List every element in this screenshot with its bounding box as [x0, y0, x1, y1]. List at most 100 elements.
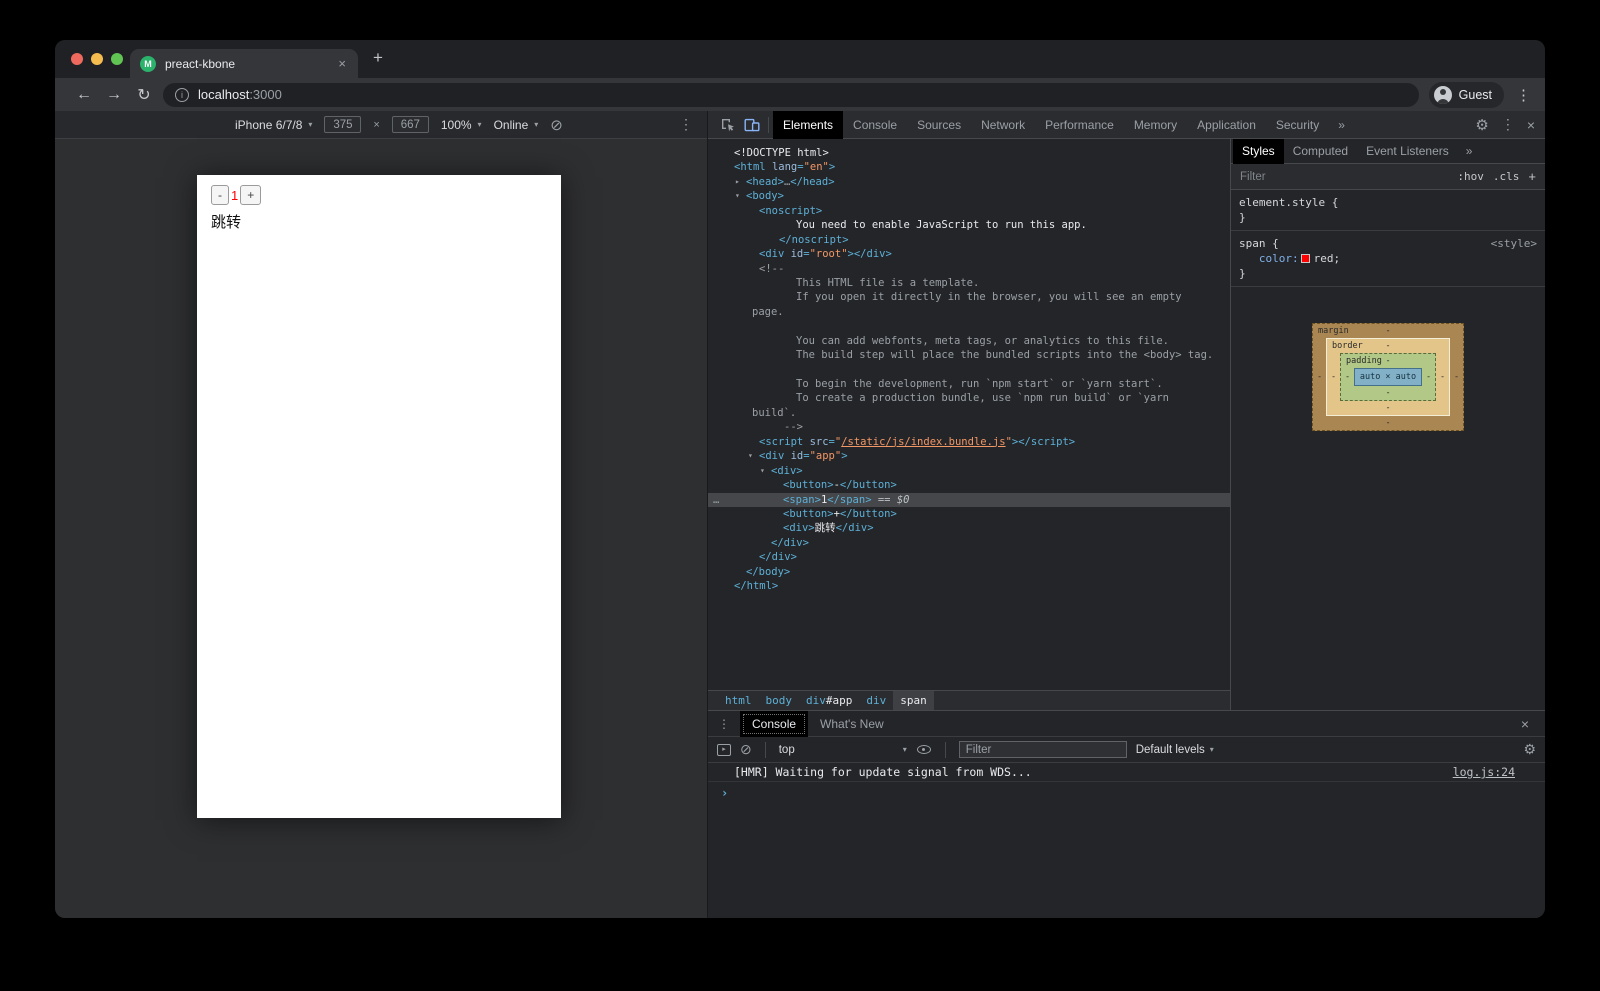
dom-tree-node[interactable]: The build step will place the bundled sc… [708, 348, 1230, 362]
boxmodel-margin-ring[interactable]: margin - - border - [1312, 323, 1464, 431]
inspect-element-icon[interactable] [716, 113, 740, 137]
url-bar[interactable]: i localhost:3000 [163, 83, 1419, 107]
dom-tree-node[interactable]: </noscript> [708, 233, 1230, 247]
devtools-menu-icon[interactable]: ⋮ [1501, 116, 1515, 133]
dom-tree-node[interactable]: <html lang="en"> [708, 160, 1230, 174]
device-select[interactable]: iPhone 6/7/8▾ [235, 118, 312, 132]
reload-icon[interactable]: ↻ [129, 85, 159, 105]
dom-tree-node[interactable]: <script src="/static/js/index.bundle.js"… [708, 435, 1230, 449]
devtools-tab-security[interactable]: Security [1266, 111, 1329, 139]
devtools-tab-sources[interactable]: Sources [907, 111, 971, 139]
dom-tree-node[interactable]: To begin the development, run `npm start… [708, 377, 1230, 391]
devtools-tab-network[interactable]: Network [971, 111, 1035, 139]
browser-menu-icon[interactable]: ⋮ [1516, 86, 1531, 104]
forward-icon[interactable]: → [99, 86, 129, 104]
device-width-input[interactable] [324, 116, 361, 133]
throttling-select[interactable]: Online▾ [494, 118, 539, 132]
dom-tree-node[interactable]: </body> [708, 565, 1230, 579]
inline-style-rule[interactable]: element.style { } [1231, 190, 1545, 231]
boxmodel-value[interactable]: - [1426, 372, 1431, 382]
expand-arrow-icon[interactable]: ▸ [735, 175, 740, 189]
devtools-tab-application[interactable]: Application [1187, 111, 1266, 139]
dom-tree-node[interactable]: ▾<div id="app"> [708, 449, 1230, 463]
back-icon[interactable]: ← [69, 86, 99, 104]
css-property-name[interactable]: color: [1259, 252, 1299, 265]
dom-tree-node[interactable]: ▾<div> [708, 464, 1230, 478]
site-info-icon[interactable]: i [175, 88, 189, 102]
dom-tree-node[interactable]: build`. [708, 406, 1230, 420]
boxmodel-value[interactable]: - [1385, 356, 1390, 366]
dom-tree-node[interactable]: page. [708, 305, 1230, 319]
console-sidebar-toggle-icon[interactable]: ▸ [717, 744, 731, 756]
increment-button[interactable]: + [240, 185, 261, 205]
browser-tab[interactable]: M preact-kbone × [130, 49, 358, 78]
color-swatch[interactable] [1301, 254, 1310, 263]
dom-tree-node[interactable]: </div> [708, 550, 1230, 564]
dom-tree-node[interactable]: <noscript> [708, 204, 1230, 218]
tab-close-icon[interactable]: × [336, 56, 348, 71]
console-settings-icon[interactable]: ⚙ [1523, 741, 1536, 758]
styles-tab-styles[interactable]: Styles [1233, 139, 1284, 164]
styles-tab-event-listeners[interactable]: Event Listeners [1357, 139, 1458, 164]
close-window-button[interactable] [71, 53, 83, 65]
dom-tree-node[interactable]: </html> [708, 579, 1230, 593]
breadcrumb-item[interactable]: html [718, 691, 759, 711]
drawer-tab-console[interactable]: Console [740, 711, 808, 737]
dom-tree-node[interactable]: To create a production bundle, use `npm … [708, 391, 1230, 405]
devtools-tab-console[interactable]: Console [843, 111, 907, 139]
pseudo-state-toggle[interactable]: :hov [1457, 170, 1484, 183]
boxmodel-value[interactable]: - [1385, 403, 1390, 413]
css-declaration[interactable]: color: red; [1239, 251, 1537, 266]
boxmodel-value[interactable]: - [1345, 372, 1350, 382]
css-property-value[interactable]: red; [1314, 252, 1341, 265]
dom-tree-node[interactable] [708, 319, 1230, 333]
devtools-settings-icon[interactable]: ⚙ [1475, 116, 1488, 134]
boxmodel-value[interactable]: - [1385, 388, 1390, 398]
boxmodel-value[interactable]: - [1385, 341, 1390, 351]
collapse-arrow-icon[interactable]: ▾ [735, 189, 740, 203]
dom-tree-node[interactable]: <!DOCTYPE html> [708, 146, 1230, 160]
boxmodel-value[interactable]: - [1440, 372, 1445, 382]
dom-tree-node[interactable] [708, 363, 1230, 377]
zoom-window-button[interactable] [111, 53, 123, 65]
more-sidebar-tabs-chevron[interactable]: » [1458, 144, 1481, 158]
dom-tree-node[interactable]: <div id="root"></div> [708, 247, 1230, 261]
device-toolbar-toggle-icon[interactable] [740, 113, 764, 137]
boxmodel-value[interactable]: - [1385, 326, 1390, 336]
dom-tree-node[interactable]: ▸<head>…</head> [708, 175, 1230, 189]
styles-filter-input[interactable] [1240, 171, 1448, 183]
decrement-button[interactable]: - [211, 185, 229, 205]
dom-tree-node[interactable]: <div>跳转</div> [708, 521, 1230, 535]
device-height-input[interactable] [392, 116, 429, 133]
zoom-select[interactable]: 100%▾ [441, 118, 482, 132]
boxmodel-padding-ring[interactable]: padding - - auto × auto - [1340, 353, 1436, 401]
breadcrumb-item[interactable]: div [859, 691, 893, 711]
dom-tree-node[interactable]: ▾<body> [708, 189, 1230, 203]
dom-tree-node[interactable]: <button>-</button> [708, 478, 1230, 492]
devtools-tab-memory[interactable]: Memory [1124, 111, 1187, 139]
execution-context-select[interactable]: top▾ [779, 744, 907, 756]
boxmodel-value[interactable]: - [1317, 372, 1322, 382]
devtools-tab-elements[interactable]: Elements [773, 111, 843, 139]
collapse-arrow-icon[interactable]: ▾ [748, 449, 753, 463]
boxmodel-value[interactable]: - [1331, 372, 1336, 382]
console-filter-input[interactable] [959, 741, 1127, 758]
drawer-close-icon[interactable]: × [1521, 716, 1545, 732]
live-expression-eye-icon[interactable] [916, 743, 932, 756]
dom-tree-node[interactable]: This HTML file is a template. [708, 276, 1230, 290]
clear-console-icon[interactable]: ⊘ [740, 741, 752, 758]
devtools-tab-performance[interactable]: Performance [1035, 111, 1124, 139]
drawer-menu-icon[interactable]: ⋮ [708, 717, 740, 731]
new-tab-button[interactable]: + [373, 48, 383, 68]
breadcrumb-item[interactable]: div#app [799, 691, 859, 711]
profile-chip[interactable]: Guest [1429, 82, 1504, 108]
boxmodel-content-box[interactable]: auto × auto [1354, 368, 1422, 386]
devtools-close-icon[interactable]: × [1527, 117, 1535, 133]
boxmodel-value[interactable]: - [1454, 372, 1459, 382]
device-toolbar-menu-icon[interactable]: ⋮ [679, 116, 693, 133]
styles-tab-computed[interactable]: Computed [1284, 139, 1357, 164]
dom-tree-node[interactable]: You need to enable JavaScript to run thi… [708, 218, 1230, 232]
dom-tree-node[interactable]: If you open it directly in the browser, … [708, 290, 1230, 304]
dom-tree-node[interactable]: <!-- [708, 262, 1230, 276]
rule-origin[interactable]: <style> [1491, 236, 1537, 251]
